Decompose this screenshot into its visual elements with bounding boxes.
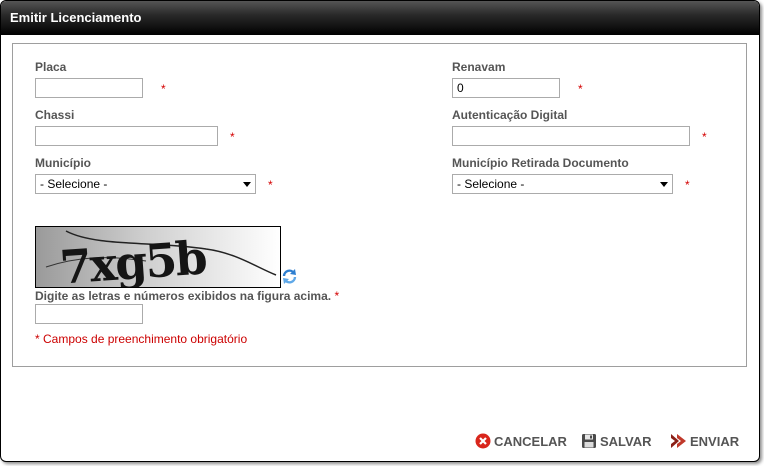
placa-required-mark: * [161,82,166,96]
send-button[interactable]: ENVIAR [670,432,739,450]
municipio-retirada-selected-value: - Selecione - [457,177,525,191]
captcha-input[interactable] [35,304,143,324]
municipio-select[interactable]: - Selecione - [35,174,256,194]
emitir-licenciamento-window: Emitir Licenciamento Placa * Renavam * C… [0,0,760,462]
save-button[interactable]: SALVAR [581,432,652,450]
captcha-required-mark: * [334,289,340,303]
placa-input[interactable] [35,78,143,98]
renavam-input[interactable] [452,78,560,98]
municipio-retirada-required-mark: * [685,178,690,192]
chevron-down-icon [243,182,251,187]
renavam-required-mark: * [578,82,583,96]
window-title: Emitir Licenciamento [1,1,759,35]
chassi-label: Chassi [35,108,75,122]
municipio-label: Município [35,156,91,170]
floppy-disk-icon [582,434,596,448]
chassi-required-mark: * [230,130,235,144]
renavam-label: Renavam [452,60,506,74]
cancel-button-label: CANCELAR [494,433,567,449]
municipio-selected-value: - Selecione - [40,177,108,191]
save-button-label: SALVAR [600,433,652,449]
captcha-image: 7xg5b [35,226,281,288]
form-panel: Placa * Renavam * Chassi * Autenticação … [12,43,747,367]
autenticacao-digital-label: Autenticação Digital [452,108,568,122]
autenticacao-digital-input[interactable] [452,126,690,146]
municipio-retirada-select[interactable]: - Selecione - [452,174,673,194]
required-fields-note: * Campos de preenchimento obrigatório [35,332,248,346]
refresh-icon[interactable] [281,268,298,285]
captcha-text: 7xg5b [58,230,208,287]
cancel-button[interactable]: CANCELAR [475,432,567,450]
placa-label: Placa [35,60,67,74]
cancel-icon [475,433,491,449]
chevron-down-icon [660,182,668,187]
municipio-required-mark: * [268,178,273,192]
chassi-input[interactable] [35,126,218,146]
autenticacao-digital-required-mark: * [702,130,707,144]
captcha-hint-label: Digite as letras e números exibidos na f… [35,289,339,303]
municipio-retirada-label: Município Retirada Documento [452,156,629,170]
captcha-hint-text: Digite as letras e números exibidos na f… [35,289,332,303]
send-button-label: ENVIAR [690,433,740,449]
double-arrow-right-icon [671,434,686,448]
